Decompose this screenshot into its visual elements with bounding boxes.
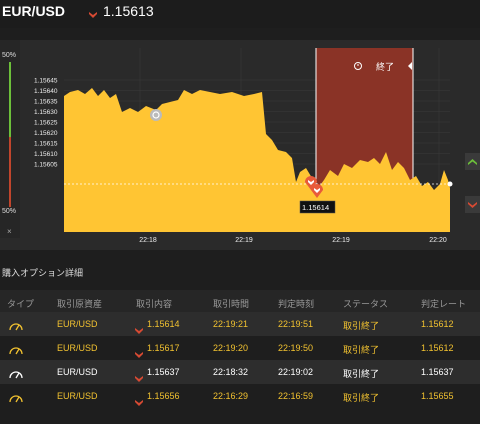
y-axis-ticks: 1.15645 1.15640 1.15635 1.15630 1.15625 1.156… — [34, 78, 58, 169]
put-button[interactable] — [465, 196, 480, 213]
x-tick-label: 22:19 — [332, 237, 350, 244]
row-judge-rate: 1.15612 — [421, 343, 454, 353]
table-row[interactable]: EUR/USD 1.15614 22:19:21 22:19:51 取引終了 1… — [0, 312, 480, 336]
col-content: 取引内容 — [136, 299, 173, 309]
col-judge-rate: 判定レート — [421, 299, 467, 309]
y-tick-label: 1.15640 — [34, 88, 58, 95]
table-header: タイプ 取引原資産 取引内容 取引時間 判定時刻 ステータス 判定レート — [0, 290, 480, 312]
row-asset: EUR/USD — [57, 367, 98, 377]
down-arrow-icon — [135, 393, 143, 411]
asset-pair: EUR/USD — [2, 3, 66, 19]
row-asset: EUR/USD — [57, 391, 98, 401]
y-tick-label: 1.15610 — [34, 151, 58, 158]
row-judge-time: 22:16:59 — [278, 391, 314, 401]
y-tick-label: 1.15645 — [34, 78, 58, 85]
purchase-table: タイプ 取引原資産 取引内容 取引時間 判定時刻 ステータス 判定レート EUR… — [0, 290, 480, 408]
y-tick-label: 1.15620 — [34, 130, 58, 137]
col-asset: 取引原資産 — [57, 299, 103, 309]
y-tick-label: 1.15625 — [34, 120, 58, 127]
col-judge-time: 判定時刻 — [278, 299, 315, 309]
row-status: 取引終了 — [343, 369, 380, 379]
x-axis-ticks: 22:18 22:19 22:19 22:20 — [139, 237, 447, 244]
down-arrow-icon — [468, 202, 477, 208]
row-trade-time: 22:19:20 — [213, 343, 249, 353]
x-tick-label: 22:18 — [139, 237, 157, 244]
row-judge-time: 22:19:51 — [278, 319, 314, 329]
col-trade-time: 取引時間 — [213, 299, 250, 309]
row-judge-rate: 1.15655 — [421, 391, 454, 401]
row-trade-time: 22:18:32 — [213, 367, 249, 377]
down-arrow-icon — [88, 6, 98, 24]
row-trade-time: 22:19:21 — [213, 319, 249, 329]
x-tick-label: 22:20 — [429, 237, 447, 244]
call-button[interactable] — [465, 153, 480, 170]
y-tick-label: 1.15630 — [34, 109, 58, 116]
up-arrow-icon — [468, 159, 477, 165]
col-type: タイプ — [7, 299, 35, 309]
table-row[interactable]: EUR/USD 1.15637 22:18:32 22:19:02 取引終了 1… — [0, 360, 480, 384]
current-rate: 1.15613 — [103, 3, 154, 19]
row-judge-rate: 1.15612 — [421, 319, 454, 329]
row-judge-time: 22:19:50 — [278, 343, 314, 353]
row-judge-rate: 1.15637 — [421, 367, 454, 377]
row-judge-time: 22:19:02 — [278, 367, 314, 377]
y-tick-label: 1.15605 — [34, 162, 58, 169]
row-asset: EUR/USD — [57, 343, 98, 353]
section-title: 購入オプション詳細 — [2, 268, 84, 278]
expiry-label: 終了 — [376, 61, 394, 72]
price-chart[interactable]: 1.15645 1.15640 1.15635 1.15630 1.15625 1.156… — [0, 40, 480, 250]
timer-gauge-icon — [8, 390, 24, 408]
y-tick-label: 1.15635 — [34, 99, 58, 106]
top-bar: EUR/USD 1.15613 — [0, 0, 480, 28]
row-entry-rate: 1.15614 — [147, 319, 180, 329]
timer-gauge-icon — [8, 318, 24, 336]
row-entry-rate: 1.15656 — [147, 391, 180, 401]
row-status: 取引終了 — [343, 321, 380, 331]
row-entry-rate: 1.15617 — [147, 343, 180, 353]
current-rate-dot — [447, 181, 453, 187]
table-row[interactable]: EUR/USD 1.15656 22:16:29 22:16:59 取引終了 1… — [0, 384, 480, 408]
timer-gauge-icon — [8, 342, 24, 360]
row-asset: EUR/USD — [57, 319, 98, 329]
y-tick-label: 1.15615 — [34, 141, 58, 148]
timer-gauge-icon — [8, 366, 24, 384]
table-row[interactable]: EUR/USD 1.15617 22:19:20 22:19:50 取引終了 1… — [0, 336, 480, 360]
row-status: 取引終了 — [343, 393, 380, 403]
row-status: 取引終了 — [343, 345, 380, 355]
row-trade-time: 22:16:29 — [213, 391, 249, 401]
entry-marker — [150, 109, 162, 121]
x-tick-label: 22:19 — [235, 237, 253, 244]
price-tag-label: 1.15614 — [302, 203, 329, 212]
col-status: ステータス — [343, 299, 389, 309]
row-entry-rate: 1.15637 — [147, 367, 180, 377]
